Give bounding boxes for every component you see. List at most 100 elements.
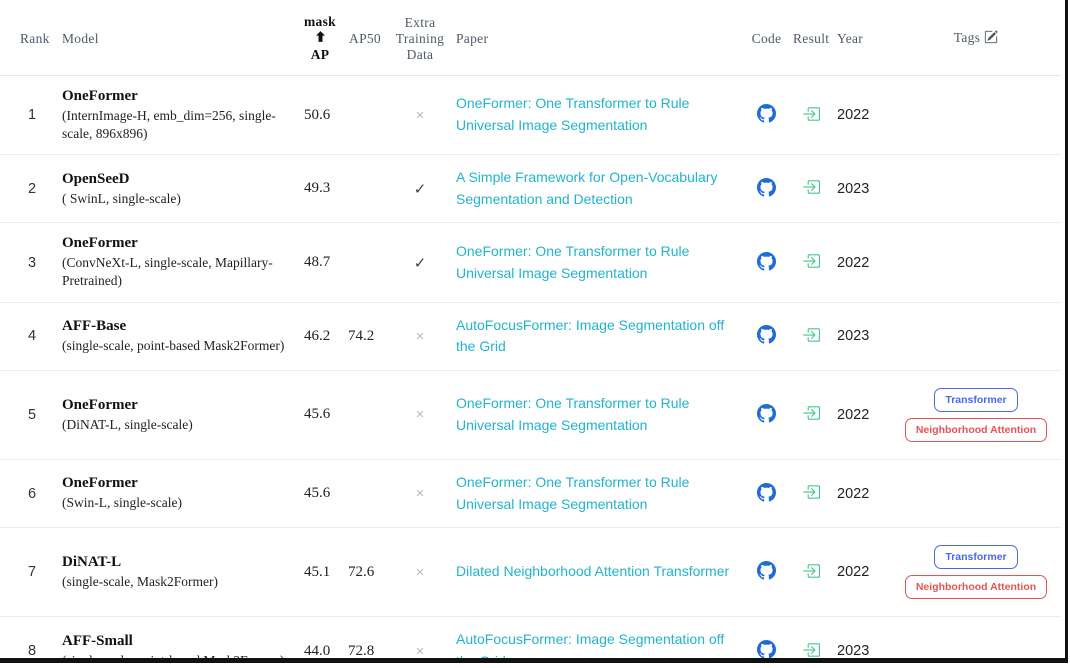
github-icon[interactable]	[757, 252, 776, 271]
paper-cell: OneFormer: One Transformer to Rule Unive…	[452, 76, 744, 155]
paper-link[interactable]: OneFormer: One Transformer to Rule Unive…	[456, 241, 730, 284]
col-header-ap50[interactable]: AP50	[342, 0, 388, 76]
model-name: OneFormer	[62, 475, 294, 492]
github-icon[interactable]	[757, 640, 776, 659]
result-enter-icon[interactable]	[802, 404, 820, 422]
model-cell: OneFormer (ConvNeXt-L, single-scale, Map…	[58, 223, 298, 302]
rank-cell: 2	[0, 155, 58, 223]
code-cell	[744, 223, 789, 302]
tag-neighborhood-attention[interactable]: Neighborhood Attention	[905, 575, 1047, 599]
table-row: 8 AFF-Small (single-scale, point-based M…	[0, 617, 1061, 663]
model-name: DiNAT-L	[62, 554, 294, 571]
col-header-rank[interactable]: Rank	[0, 0, 58, 76]
model-cell: AFF-Base (single-scale, point-based Mask…	[58, 302, 298, 370]
tags-cell	[891, 459, 1061, 527]
ap50-cell: 72.6	[342, 528, 388, 617]
paper-link[interactable]: AutoFocusFormer: Image Segmentation off …	[456, 315, 730, 358]
model-cell: OneFormer (DiNAT-L, single-scale)	[58, 370, 298, 459]
col-header-extra-training-data[interactable]: Extra Training Data	[388, 0, 452, 76]
result-cell	[789, 459, 833, 527]
github-icon[interactable]	[757, 178, 776, 197]
mask-ap-cell: 45.6	[298, 459, 342, 527]
tag-neighborhood-attention[interactable]: Neighborhood Attention	[905, 418, 1047, 442]
result-enter-icon[interactable]	[802, 252, 820, 270]
rank-cell: 1	[0, 76, 58, 155]
model-cell: OpenSeeD ( SwinL, single-scale)	[58, 155, 298, 223]
result-enter-icon[interactable]	[802, 326, 820, 344]
code-cell	[744, 528, 789, 617]
tag-transformer[interactable]: Transformer	[934, 545, 1017, 569]
year-cell: 2022	[833, 528, 891, 617]
github-icon[interactable]	[757, 561, 776, 580]
result-enter-icon[interactable]	[802, 178, 820, 196]
code-cell	[744, 459, 789, 527]
extra-training-data-cell: ✓	[388, 155, 452, 223]
col-header-year[interactable]: Year	[833, 0, 891, 76]
paper-link[interactable]: AutoFocusFormer: Image Segmentation off …	[456, 629, 730, 663]
tags-cell	[891, 223, 1061, 302]
sort-arrow-up-icon	[316, 30, 325, 46]
paper-cell: OneFormer: One Transformer to Rule Unive…	[452, 223, 744, 302]
rank-cell: 7	[0, 528, 58, 617]
github-icon[interactable]	[757, 325, 776, 344]
col-header-result[interactable]: Result	[789, 0, 833, 76]
ap50-cell	[342, 223, 388, 302]
table-row: 2 OpenSeeD ( SwinL, single-scale) 49.3 ✓…	[0, 155, 1061, 223]
result-cell	[789, 528, 833, 617]
tags-label: Tags	[954, 30, 981, 45]
leaderboard-table: Rank Model mask AP AP50 Extra Training D…	[0, 0, 1061, 663]
github-icon[interactable]	[757, 404, 776, 423]
year-cell: 2022	[833, 76, 891, 155]
mask-ap-cell: 45.1	[298, 528, 342, 617]
leaderboard-frame: Rank Model mask AP AP50 Extra Training D…	[0, 0, 1068, 663]
ap50-cell: 74.2	[342, 302, 388, 370]
model-detail: (single-scale, Mask2Former)	[62, 573, 294, 591]
extra-training-data-cell: ✓	[388, 223, 452, 302]
col-header-tags[interactable]: Tags	[891, 0, 1061, 76]
extra-training-data-cell: ×	[388, 528, 452, 617]
model-name: AFF-Base	[62, 318, 294, 335]
paper-link[interactable]: OneFormer: One Transformer to Rule Unive…	[456, 93, 730, 136]
ap50-cell	[342, 459, 388, 527]
ap50-cell	[342, 76, 388, 155]
paper-cell: Dilated Neighborhood Attention Transform…	[452, 528, 744, 617]
extra-training-data-cell: ×	[388, 617, 452, 663]
header-row: Rank Model mask AP AP50 Extra Training D…	[0, 0, 1061, 76]
result-enter-icon[interactable]	[802, 483, 820, 501]
year-cell: 2022	[833, 459, 891, 527]
mask-ap-cell: 48.7	[298, 223, 342, 302]
tags-cell	[891, 155, 1061, 223]
table-row: 3 OneFormer (ConvNeXt-L, single-scale, M…	[0, 223, 1061, 302]
model-detail: (Swin-L, single-scale)	[62, 494, 294, 512]
code-cell	[744, 370, 789, 459]
paper-link[interactable]: Dilated Neighborhood Attention Transform…	[456, 561, 729, 583]
model-detail: (single-scale, point-based Mask2Former)	[62, 337, 294, 355]
model-cell: OneFormer (Swin-L, single-scale)	[58, 459, 298, 527]
extra-training-data-cell: ×	[388, 459, 452, 527]
rank-cell: 3	[0, 223, 58, 302]
model-cell: AFF-Small (single-scale, point-based Mas…	[58, 617, 298, 663]
github-icon[interactable]	[757, 483, 776, 502]
col-header-paper[interactable]: Paper	[452, 0, 744, 76]
paper-cell: A Simple Framework for Open-Vocabulary S…	[452, 155, 744, 223]
paper-link[interactable]: A Simple Framework for Open-Vocabulary S…	[456, 167, 730, 210]
result-cell	[789, 223, 833, 302]
github-icon[interactable]	[757, 104, 776, 123]
rank-cell: 8	[0, 617, 58, 663]
model-detail: (InternImage-H, emb_dim=256, single-scal…	[62, 107, 294, 142]
col-header-model[interactable]: Model	[58, 0, 298, 76]
result-enter-icon[interactable]	[802, 641, 820, 659]
edit-pencil-icon[interactable]	[984, 30, 998, 48]
result-enter-icon[interactable]	[802, 105, 820, 123]
paper-cell: OneFormer: One Transformer to Rule Unive…	[452, 459, 744, 527]
col-header-mask-ap[interactable]: mask AP	[298, 0, 342, 76]
tag-transformer[interactable]: Transformer	[934, 388, 1017, 412]
col-header-code[interactable]: Code	[744, 0, 789, 76]
tags-cell: Transformer Neighborhood Attention	[891, 528, 1061, 617]
code-cell	[744, 617, 789, 663]
rank-cell: 4	[0, 302, 58, 370]
result-enter-icon[interactable]	[802, 562, 820, 580]
table-row: 6 OneFormer (Swin-L, single-scale) 45.6 …	[0, 459, 1061, 527]
paper-link[interactable]: OneFormer: One Transformer to Rule Unive…	[456, 393, 730, 436]
paper-link[interactable]: OneFormer: One Transformer to Rule Unive…	[456, 472, 730, 515]
